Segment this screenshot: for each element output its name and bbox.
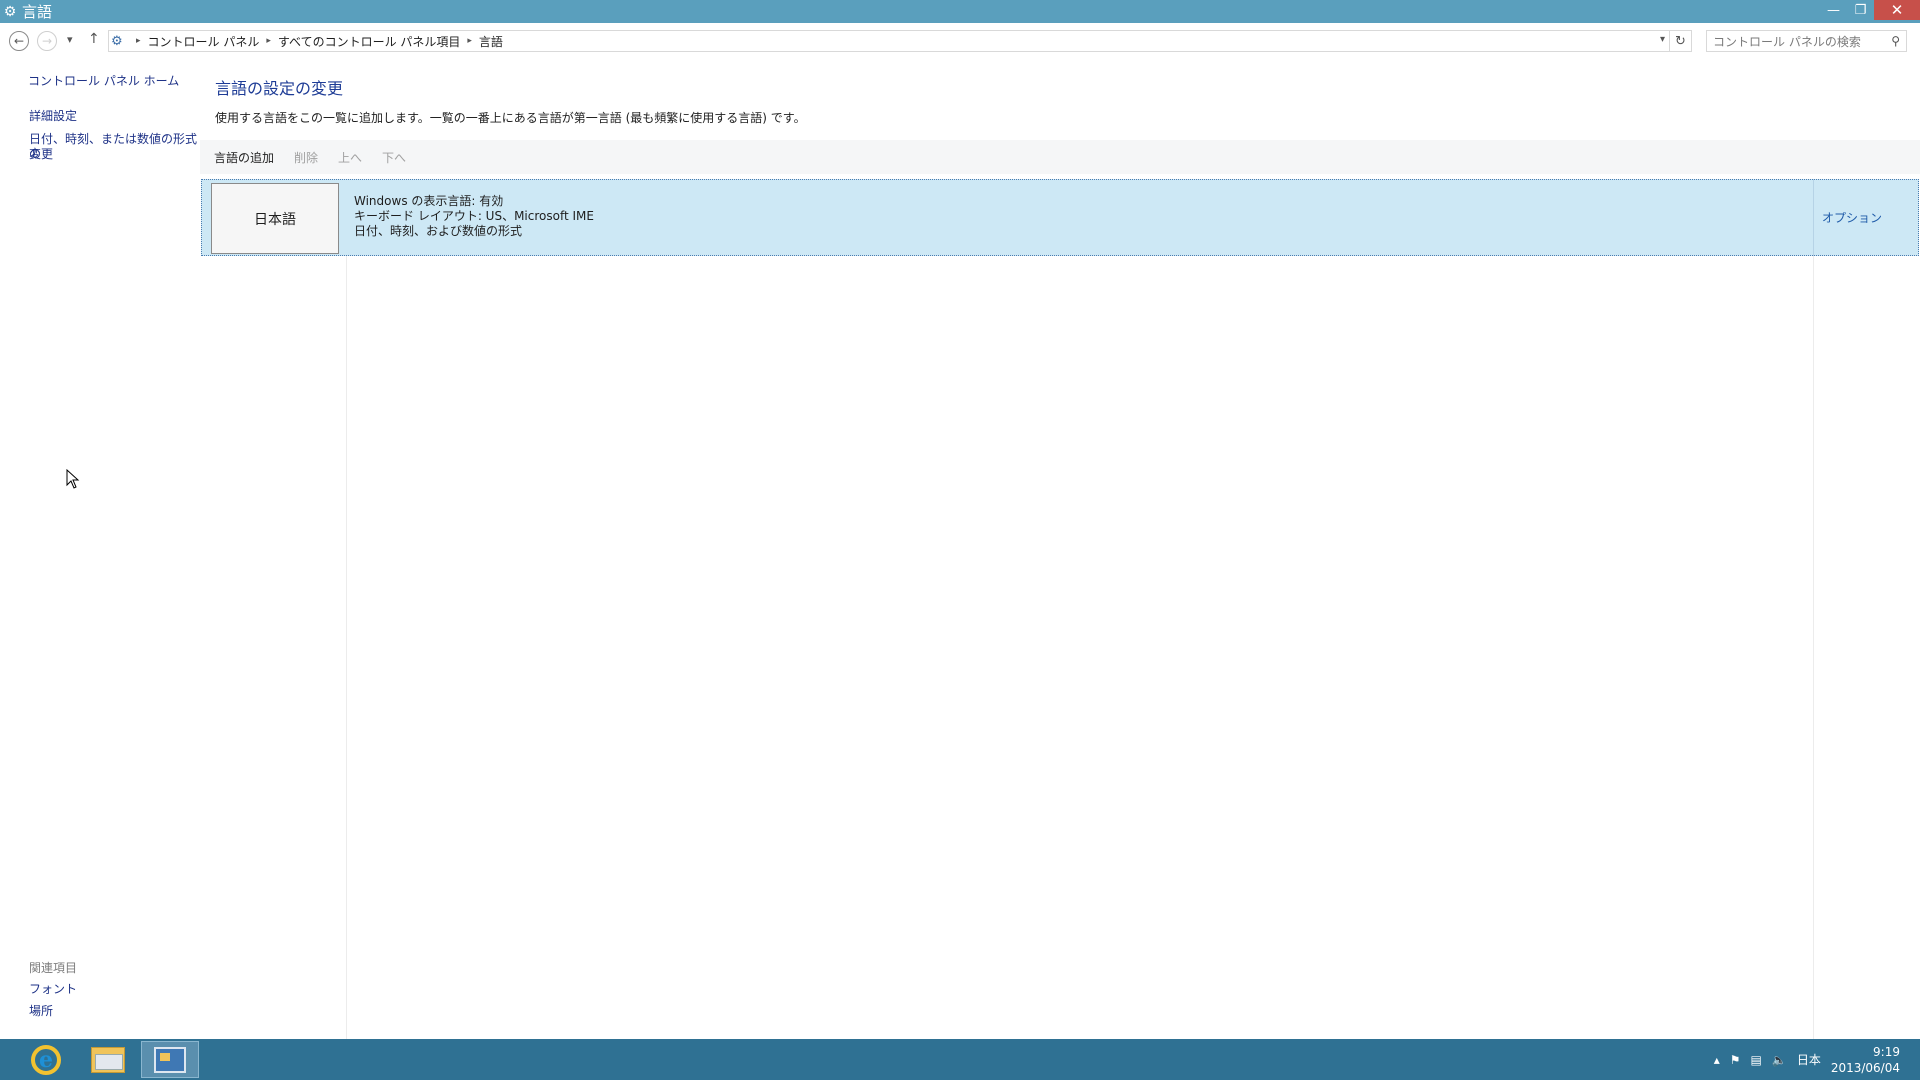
back-button[interactable]: ← (9, 31, 29, 51)
forward-arrow-icon: → (41, 34, 53, 48)
volume-icon[interactable]: 🔈 (1772, 1053, 1787, 1067)
remove-language-button[interactable]: 削除 (294, 149, 318, 166)
show-hidden-icons-button[interactable]: ▴ (1714, 1053, 1720, 1067)
keyboard-layout: キーボード レイアウト: US、Microsoft IME (354, 209, 594, 223)
column-divider (1813, 256, 1814, 1039)
system-tray: ▴ ⚑ ▤ 🔈 日本 9:19 2013/06/04 (1714, 1039, 1920, 1080)
language-options-link[interactable]: オプション (1822, 209, 1882, 226)
file-explorer-icon (91, 1046, 125, 1073)
back-arrow-icon: ← (13, 34, 25, 48)
display-language-status: Windows の表示言語: 有効 (354, 194, 504, 208)
date-time-format-link-line2[interactable]: 変更 (29, 147, 53, 162)
clock-date: 2013/06/04 (1830, 1060, 1900, 1075)
language-tile: 日本語 (211, 183, 339, 254)
breadcrumb-all-items[interactable]: すべてのコントロール パネル項目 (278, 33, 461, 50)
input-language-indicator[interactable]: 日本 (1797, 1051, 1821, 1068)
control-panel-icon: ⚙ (3, 3, 17, 20)
date-time-format-link[interactable]: 日付、時刻、または数値の形式の (29, 132, 200, 162)
breadcrumb-language[interactable]: 言語 (479, 33, 503, 50)
window-controls: — ❐ ✕ (1820, 0, 1920, 20)
left-pane: コントロール パネル ホーム 詳細設定 日付、時刻、または数値の形式の 変更 関… (0, 59, 200, 1039)
page-description: 使用する言語をこの一覧に追加します。一覧の一番上にある言語が第一言語 (最も頻繁… (215, 111, 806, 125)
mouse-cursor-icon (66, 469, 80, 489)
chevron-right-icon[interactable]: ▸ (266, 36, 271, 46)
navigation-bar: ← → ▾ ↑ ⚙ ▸ コントロール パネル ▸ すべてのコントロール パネル項… (0, 23, 1920, 59)
control-panel-icon (154, 1046, 186, 1073)
related-items-heading: 関連項目 (29, 961, 78, 975)
search-placeholder: コントロール パネルの検索 (1713, 34, 1861, 49)
chevron-down-icon[interactable]: ▾ (1660, 34, 1665, 45)
language-toolbar: 言語の追加 削除 上へ 下へ (200, 140, 1920, 174)
clock-time: 9:19 (1873, 1044, 1900, 1059)
control-panel-icon: ⚙ (111, 33, 123, 49)
add-language-button[interactable]: 言語の追加 (214, 149, 274, 166)
internet-explorer-button[interactable]: e (17, 1041, 75, 1078)
column-divider (346, 256, 347, 1039)
file-explorer-button[interactable] (79, 1041, 137, 1078)
refresh-button[interactable]: ↻ (1670, 30, 1692, 52)
date-time-format: 日付、時刻、および数値の形式 (354, 224, 523, 238)
title-bar: ⚙ 言語 — ❐ ✕ (0, 0, 1920, 23)
recent-locations-dropdown[interactable]: ▾ (67, 33, 73, 46)
control-panel-home-link[interactable]: コントロール パネル ホーム (28, 74, 179, 89)
search-icon[interactable]: ⚲ (1891, 34, 1900, 48)
taskbar: e ▴ ⚑ ▤ 🔈 日本 9:19 2013/06/04 (0, 1039, 1920, 1080)
search-input[interactable]: コントロール パネルの検索 ⚲ (1706, 30, 1907, 52)
chevron-right-icon[interactable]: ▸ (136, 36, 141, 46)
column-divider (1813, 179, 1814, 256)
refresh-icon: ↻ (1675, 33, 1686, 49)
window-title: 言語 (22, 3, 53, 21)
advanced-settings-link[interactable]: 詳細設定 (29, 109, 77, 124)
control-panel-taskbar-button[interactable] (141, 1041, 199, 1078)
action-center-flag-icon[interactable]: ⚑ (1730, 1053, 1741, 1067)
language-details: Windows の表示言語: 有効 キーボード レイアウト: US、Micros… (354, 194, 594, 239)
close-button[interactable]: ✕ (1874, 0, 1920, 20)
internet-explorer-icon: e (31, 1044, 61, 1075)
forward-button[interactable]: → (37, 31, 57, 51)
page-title: 言語の設定の変更 (215, 79, 344, 98)
breadcrumb-control-panel[interactable]: コントロール パネル (148, 33, 260, 50)
address-bar[interactable]: ⚙ ▸ コントロール パネル ▸ すべてのコントロール パネル項目 ▸ 言語 ▾ (108, 30, 1670, 52)
location-link[interactable]: 場所 (29, 1004, 53, 1019)
network-icon[interactable]: ▤ (1751, 1053, 1762, 1067)
move-down-button[interactable]: 下へ (382, 149, 406, 166)
language-list-item[interactable]: 日本語 Windows の表示言語: 有効 キーボード レイアウト: US、Mi… (201, 179, 1919, 256)
fonts-link[interactable]: フォント (29, 982, 77, 997)
restore-button[interactable]: ❐ (1847, 0, 1874, 20)
minimize-button[interactable]: — (1820, 0, 1847, 20)
clock[interactable]: 9:19 2013/06/04 (1831, 1044, 1900, 1076)
up-button[interactable]: ↑ (88, 31, 100, 47)
chevron-right-icon[interactable]: ▸ (467, 36, 472, 46)
move-up-button[interactable]: 上へ (338, 149, 362, 166)
